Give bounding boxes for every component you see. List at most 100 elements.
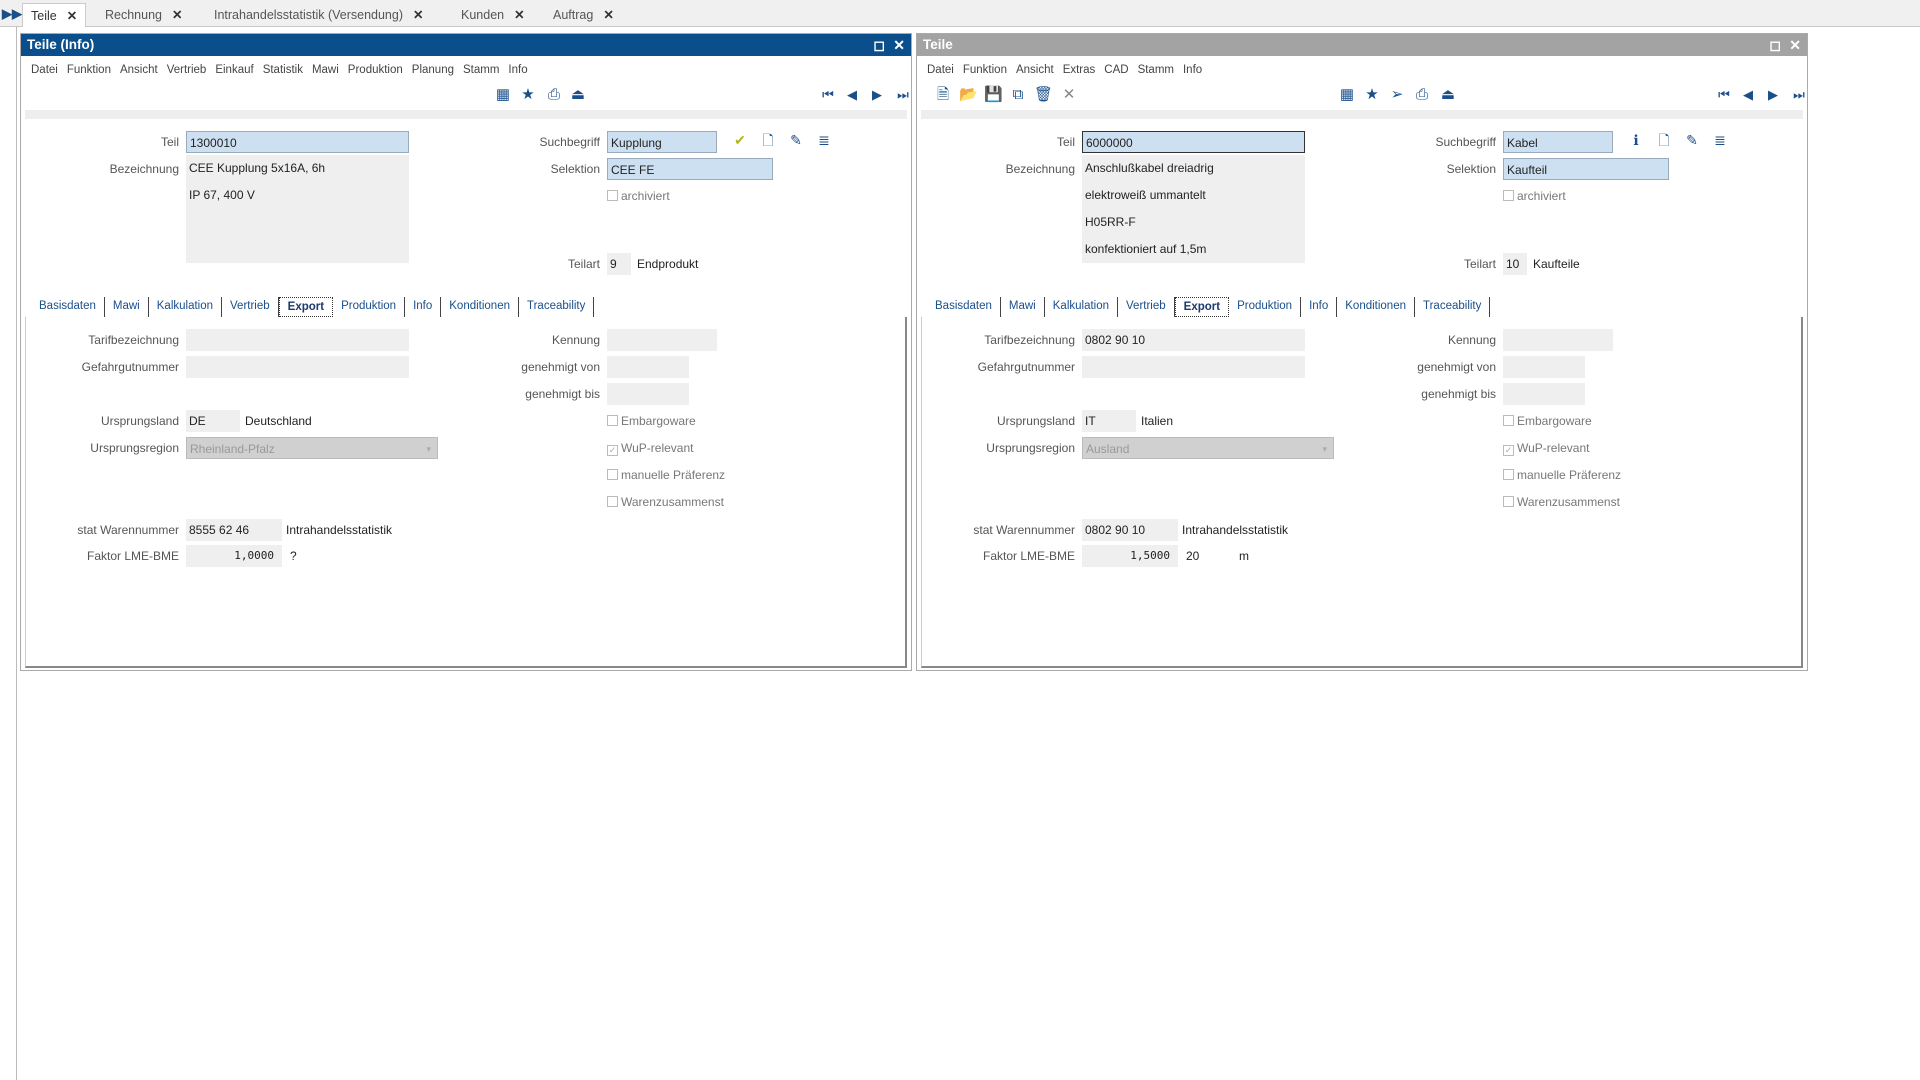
calendar-icon[interactable]: ▦	[494, 86, 512, 104]
export-icon[interactable]: ⏏	[569, 86, 587, 104]
new-doc-icon[interactable]: 🗋	[759, 130, 777, 150]
checkbox-manuelle[interactable]: manuelle Präferenz	[1503, 467, 1621, 483]
menu-cad[interactable]: CAD	[1104, 64, 1128, 76]
checkbox-box[interactable]	[607, 415, 618, 426]
edit-icon[interactable]: ✎	[1683, 130, 1701, 150]
print-icon[interactable]: ⎙	[1413, 86, 1431, 104]
tab-mawi[interactable]: Mawi	[105, 297, 149, 317]
expand-icon[interactable]: ▶▶	[2, 6, 22, 22]
tab-traceability[interactable]: Traceability	[1415, 297, 1491, 317]
calendar-icon[interactable]: ▦	[1338, 86, 1356, 104]
tab-basisdaten[interactable]: Basisdaten	[927, 297, 1001, 317]
tab-info[interactable]: Info	[405, 297, 442, 317]
ursprungsland-input[interactable]: DE	[186, 410, 240, 432]
checkbox-box[interactable]	[1503, 496, 1514, 507]
menu-funktion[interactable]: Funktion	[963, 64, 1007, 76]
stat-warennummer-input[interactable]: 0802 90 10	[1082, 519, 1178, 541]
tarif-input[interactable]: 0802 90 10	[1082, 329, 1305, 351]
ursprungsland-input[interactable]: IT	[1082, 410, 1136, 432]
close-icon[interactable]: ✕	[67, 9, 77, 23]
close-icon[interactable]: ✕	[603, 8, 613, 22]
stat-warennummer-input[interactable]: 8555 62 46	[186, 519, 282, 541]
last-icon[interactable]: ⏭	[1790, 86, 1808, 104]
ursprungsregion-select[interactable]: Rheinland-Pfalz ▾	[186, 437, 438, 459]
kennung-input[interactable]	[607, 329, 717, 351]
tab-auftrag[interactable]: Auftrag ✕	[545, 3, 622, 27]
genehmigt-bis-input[interactable]	[607, 383, 689, 405]
tab-produktion[interactable]: Produktion	[333, 297, 406, 317]
checkbox-box[interactable]: ✓	[1503, 445, 1514, 456]
genehmigt-bis-input[interactable]	[1503, 383, 1585, 405]
selektion-input[interactable]: Kaufteil	[1503, 158, 1669, 180]
checkbox-box[interactable]	[1503, 190, 1514, 201]
maximize-icon[interactable]: ◻	[873, 34, 885, 56]
new-icon[interactable]: 🗎	[934, 86, 952, 104]
tab-basisdaten[interactable]: Basisdaten	[31, 297, 105, 317]
last-icon[interactable]: ⏭	[894, 86, 912, 104]
tab-vertrieb[interactable]: Vertrieb	[222, 297, 279, 317]
teil-input[interactable]: 6000000	[1082, 131, 1305, 153]
menu-stamm[interactable]: Stamm	[1138, 64, 1174, 76]
tab-rechnung[interactable]: Rechnung ✕	[97, 3, 190, 27]
menu-mawi[interactable]: Mawi	[312, 64, 339, 76]
tab-konditionen[interactable]: Konditionen	[441, 297, 519, 317]
checkbox-wup-relevant[interactable]: ✓ WuP-relevant	[1503, 440, 1589, 456]
kennung-input[interactable]	[1503, 329, 1613, 351]
info-icon[interactable]: ℹ	[1627, 130, 1645, 150]
checkbox-wup-relevant[interactable]: ✓ WuP-relevant	[607, 440, 693, 456]
star-icon[interactable]: ★	[1363, 86, 1381, 104]
close-icon[interactable]: ✕	[893, 34, 905, 56]
close-icon[interactable]: ✕	[172, 8, 182, 22]
checkbox-box[interactable]	[607, 469, 618, 480]
suchbegriff-input[interactable]: Kabel	[1503, 131, 1613, 153]
tab-teile[interactable]: Teile ✕	[22, 3, 87, 27]
menu-stamm[interactable]: Stamm	[463, 64, 499, 76]
tab-konditionen[interactable]: Konditionen	[1337, 297, 1415, 317]
teil-input[interactable]: 1300010	[186, 131, 409, 153]
close-icon[interactable]: ✕	[1789, 34, 1801, 56]
first-icon[interactable]: ⏮	[819, 86, 837, 104]
tab-info[interactable]: Info	[1301, 297, 1338, 317]
menu-info[interactable]: Info	[508, 64, 527, 76]
check-icon[interactable]: ✔	[731, 130, 749, 150]
forward-icon[interactable]: ➢	[1388, 86, 1406, 104]
checkbox-box[interactable]	[1503, 469, 1514, 480]
checkbox-box[interactable]	[1503, 415, 1514, 426]
tab-traceability[interactable]: Traceability	[519, 297, 595, 317]
prev-icon[interactable]: ◀	[843, 86, 861, 104]
edit-icon[interactable]: ✎	[787, 130, 805, 150]
tarif-input[interactable]	[186, 329, 409, 351]
faktor-input[interactable]: 1,5000	[1082, 545, 1178, 567]
star-icon[interactable]: ★	[519, 86, 537, 104]
tab-kunden[interactable]: Kunden ✕	[453, 3, 533, 27]
menu-einkauf[interactable]: Einkauf	[215, 64, 253, 76]
menu-info[interactable]: Info	[1183, 64, 1202, 76]
tab-vertrieb[interactable]: Vertrieb	[1118, 297, 1175, 317]
tab-produktion[interactable]: Produktion	[1229, 297, 1302, 317]
report-icon[interactable]: ≣	[1711, 130, 1729, 150]
menu-planung[interactable]: Planung	[412, 64, 454, 76]
ursprungsregion-select[interactable]: Ausland ▾	[1082, 437, 1334, 459]
next-icon[interactable]: ▶	[868, 86, 886, 104]
selektion-input[interactable]: CEE FE	[607, 158, 773, 180]
close-icon[interactable]: ✕	[413, 8, 423, 22]
gefahrgut-input[interactable]	[1082, 356, 1305, 378]
menu-funktion[interactable]: Funktion	[67, 64, 111, 76]
print-icon[interactable]: ⎙	[545, 86, 563, 104]
gefahrgut-input[interactable]	[186, 356, 409, 378]
first-icon[interactable]: ⏮	[1715, 86, 1733, 104]
delete-icon[interactable]: 🗑	[1034, 86, 1053, 104]
menu-ansicht[interactable]: Ansicht	[1016, 64, 1054, 76]
menu-extras[interactable]: Extras	[1063, 64, 1096, 76]
export-icon[interactable]: ⏏	[1439, 86, 1457, 104]
checkbox-box[interactable]	[607, 190, 618, 201]
checkbox-warenzusammenst[interactable]: Warenzusammenst	[607, 494, 724, 510]
menu-datei[interactable]: Datei	[927, 64, 954, 76]
checkbox-warenzusammenst[interactable]: Warenzusammenst	[1503, 494, 1620, 510]
archiviert-checkbox[interactable]: archiviert	[1503, 188, 1566, 204]
tab-mawi[interactable]: Mawi	[1001, 297, 1045, 317]
tab-export[interactable]: Export	[278, 297, 334, 317]
checkbox-embargoware[interactable]: Embargoware	[1503, 413, 1592, 429]
suchbegriff-input[interactable]: Kupplung	[607, 131, 717, 153]
close-icon[interactable]: ✕	[514, 8, 524, 22]
